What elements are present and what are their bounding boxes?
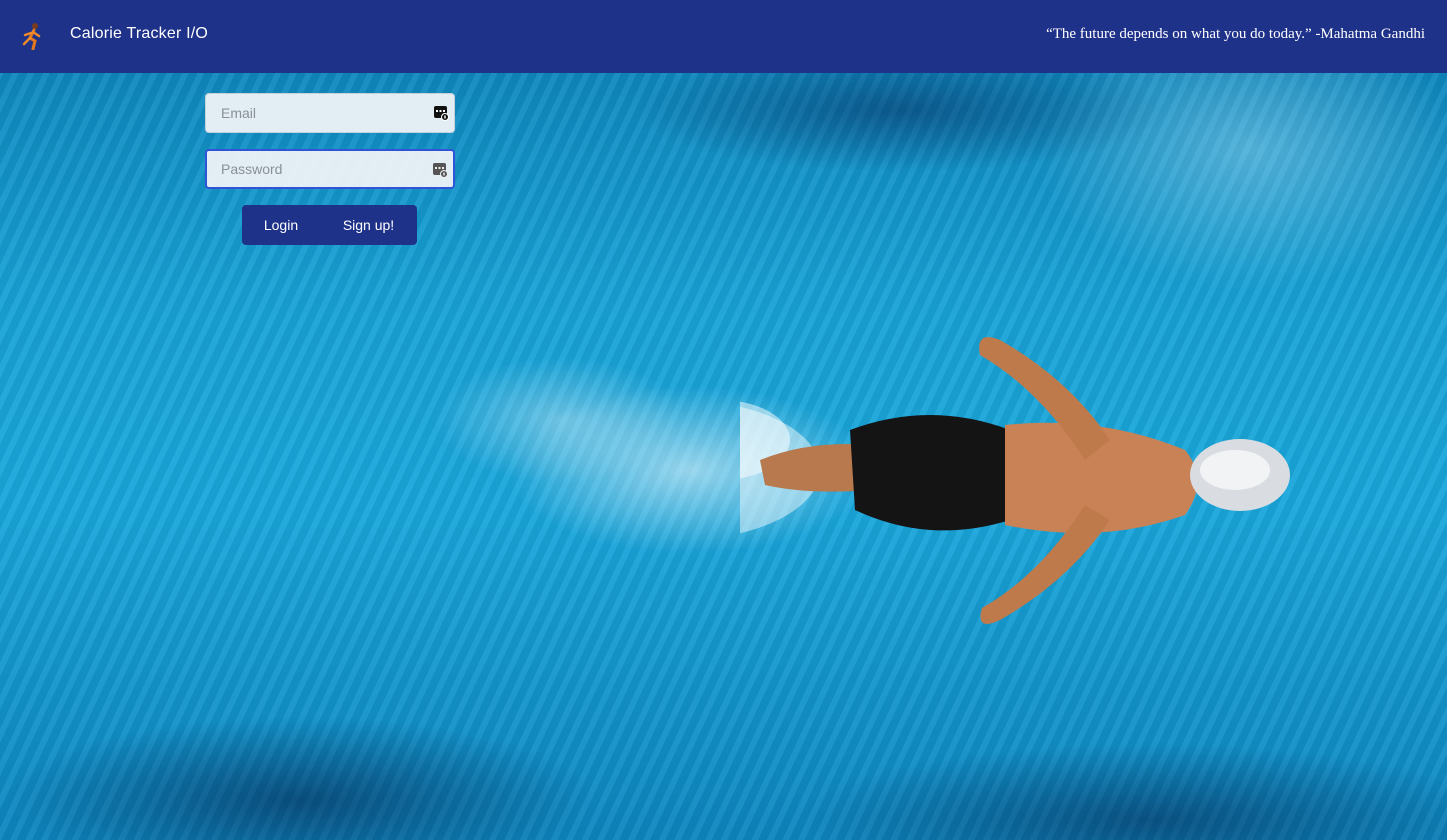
password-manager-key-icon[interactable] [433, 105, 449, 121]
password-manager-key-icon[interactable] [432, 162, 448, 178]
login-button[interactable]: Login [242, 205, 320, 245]
top-navbar: Calorie Tracker I/O “The future depends … [0, 0, 1447, 73]
email-input[interactable] [206, 94, 454, 132]
running-person-icon[interactable] [20, 22, 44, 50]
login-page: Calorie Tracker I/O “The future depends … [0, 0, 1447, 840]
swimmer-image [740, 337, 1290, 624]
app-title[interactable]: Calorie Tracker I/O [70, 25, 208, 43]
auth-button-group: Login Sign up! [242, 205, 417, 245]
password-input[interactable] [207, 151, 453, 187]
motivational-quote: “The future depends on what you do today… [1046, 26, 1425, 42]
password-field-container [205, 149, 455, 189]
signup-button[interactable]: Sign up! [320, 205, 417, 245]
email-field-container [205, 93, 455, 133]
